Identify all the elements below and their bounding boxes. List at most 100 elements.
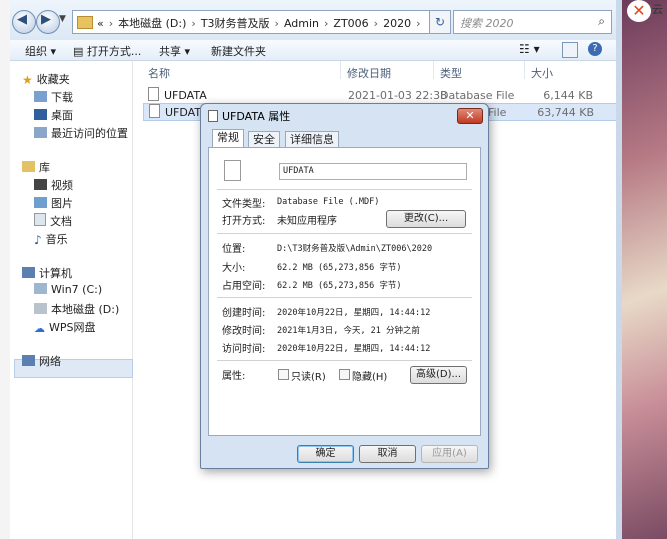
hidden-checkbox[interactable]: [339, 369, 350, 380]
search-icon[interactable]: ⌕: [598, 14, 605, 29]
pictures-icon: [34, 197, 47, 208]
desktop-icon: [34, 109, 47, 120]
cloud-icon: ☁: [34, 322, 45, 335]
refresh-button[interactable]: ↻: [429, 10, 451, 34]
file-icon: [149, 104, 160, 118]
nav-drive-c[interactable]: Win7 (C:): [34, 283, 102, 296]
divider: [217, 233, 472, 234]
forward-button[interactable]: ▶: [36, 10, 60, 34]
nav-documents[interactable]: 文档: [34, 213, 72, 229]
search-input[interactable]: 搜索 2020 ⌕: [453, 10, 612, 34]
nav-label: 收藏夹: [36, 73, 70, 86]
close-button[interactable]: ✕: [457, 108, 483, 124]
created-value: 2020年10月22日, 星期四, 14:44:12: [277, 308, 431, 318]
size-on-disk-value: 62.2 MB (65,273,856 字节): [277, 281, 402, 291]
separator-icon: ›: [108, 17, 114, 30]
back-arrow-icon: ◀: [17, 12, 27, 27]
help-icon[interactable]: ?: [588, 42, 602, 56]
advanced-button[interactable]: 高级(D)...: [410, 366, 467, 384]
nav-recent[interactable]: 最近访问的位置: [34, 125, 128, 141]
column-header-size[interactable]: 大小: [531, 65, 553, 81]
nav-label: Win7 (C:): [51, 283, 103, 296]
nav-videos[interactable]: 视频: [34, 177, 73, 193]
column-divider[interactable]: [433, 61, 434, 79]
column-header-name[interactable]: 名称: [148, 65, 170, 81]
nav-favorites[interactable]: ★ 收藏夹: [22, 71, 70, 87]
file-type-value: Database File (.MDF): [277, 197, 380, 207]
breadcrumb-zt006[interactable]: ZT006: [333, 17, 368, 30]
share-menu[interactable]: 共享 ▾: [159, 43, 190, 59]
app-logo-icon[interactable]: ✕: [627, 0, 651, 22]
apply-button[interactable]: 应用(A): [421, 445, 478, 463]
separator-icon: ›: [274, 17, 279, 30]
breadcrumb-overflow[interactable]: «: [97, 17, 104, 30]
recent-pages-dropdown[interactable]: ▼: [59, 14, 66, 24]
tab-details[interactable]: 详细信息: [285, 131, 339, 147]
nav-label: 文档: [50, 215, 72, 228]
logo-text: 云: [652, 3, 663, 16]
library-icon: [22, 161, 35, 172]
nav-drive-d[interactable]: 本地磁盘 (D:): [34, 301, 119, 317]
table-row[interactable]: UFDATA 2021-01-03 22:38 Database File 6,…: [143, 87, 615, 103]
open-with-label: 打开方式...: [86, 45, 142, 58]
nav-wps[interactable]: ☁ WPS网盘: [34, 319, 96, 335]
size-value: 62.2 MB (65,273,856 字节): [277, 263, 402, 273]
open-with-button[interactable]: ▤ 打开方式...: [73, 43, 141, 59]
size-label: 大小:: [222, 263, 246, 274]
modified-value: 2021年1月3日, 今天, 21 分钟之前: [277, 326, 421, 336]
tab-general[interactable]: 常规: [212, 129, 244, 148]
nav-libraries[interactable]: 库: [22, 159, 50, 175]
tab-security[interactable]: 安全: [248, 131, 280, 147]
hidden-label[interactable]: 隐藏(H): [352, 368, 387, 383]
column-header-type[interactable]: 类型: [440, 65, 462, 81]
separator-icon: ›: [324, 17, 329, 30]
location-label: 位置:: [222, 244, 246, 255]
network-icon: [22, 355, 35, 366]
organize-menu[interactable]: 组织 ▾: [25, 43, 56, 59]
change-button[interactable]: 更改(C)...: [386, 210, 466, 228]
cancel-button[interactable]: 取消: [359, 445, 416, 463]
readonly-checkbox[interactable]: [278, 369, 289, 380]
nav-label: 计算机: [39, 267, 72, 280]
ok-button[interactable]: 确定: [297, 445, 354, 463]
back-button[interactable]: ◀: [12, 10, 36, 34]
nav-downloads[interactable]: 下载: [34, 89, 73, 105]
nav-label: 最近访问的位置: [51, 127, 128, 140]
nav-computer[interactable]: 计算机: [22, 265, 72, 281]
breadcrumb-2020[interactable]: 2020: [383, 17, 411, 30]
readonly-label[interactable]: 只读(R): [291, 368, 326, 383]
divider: [217, 360, 472, 361]
nav-network[interactable]: 网络: [22, 353, 61, 369]
nav-desktop[interactable]: 桌面: [34, 107, 73, 123]
nav-music[interactable]: ♪ 音乐: [34, 231, 68, 247]
nav-label: 图片: [51, 197, 73, 210]
view-options-icon[interactable]: ☷ ▾: [519, 42, 540, 56]
column-header-modified[interactable]: 修改日期: [347, 65, 391, 81]
recent-places-icon: [34, 127, 47, 138]
nav-pictures[interactable]: 图片: [34, 195, 73, 211]
location-value: D:\T3财务普及版\Admin\ZT006\2020: [277, 244, 433, 254]
column-divider[interactable]: [340, 61, 341, 79]
separator-icon: ›: [191, 17, 196, 30]
address-bar[interactable]: «›本地磁盘 (D:)›T3财务普及版›Admin›ZT006›2020› ▼: [72, 10, 486, 34]
size-on-disk-label: 占用空间:: [222, 281, 266, 292]
folder-icon: [77, 16, 93, 29]
filename-field[interactable]: UFDATA: [279, 163, 467, 180]
search-placeholder: 搜索 2020: [460, 17, 514, 30]
new-folder-button[interactable]: 新建文件夹: [211, 43, 266, 59]
videos-icon: [34, 179, 47, 190]
nav-label: WPS网盘: [49, 321, 96, 334]
downloads-icon: [34, 91, 47, 102]
drive-icon: [34, 283, 47, 294]
breadcrumb-t3[interactable]: T3财务普及版: [201, 17, 270, 30]
general-tab-panel: UFDATA 文件类型: Database File (.MDF) 打开方式: …: [208, 147, 481, 436]
breadcrumb-admin[interactable]: Admin: [284, 17, 319, 30]
address-row: ◀ ▶ ▼ « › 本地磁盘 (D:) › T3财务普及版 › Admin › ZT006 › 20…: [10, 0, 616, 40]
column-divider[interactable]: [524, 61, 525, 79]
separator-icon: ›: [416, 17, 421, 30]
computer-icon: [22, 267, 35, 278]
breadcrumb-drive-d[interactable]: 本地磁盘 (D:): [118, 17, 186, 30]
file-name: UFDATA: [164, 89, 207, 102]
created-label: 创建时间:: [222, 308, 266, 319]
preview-pane-icon[interactable]: [562, 42, 578, 58]
